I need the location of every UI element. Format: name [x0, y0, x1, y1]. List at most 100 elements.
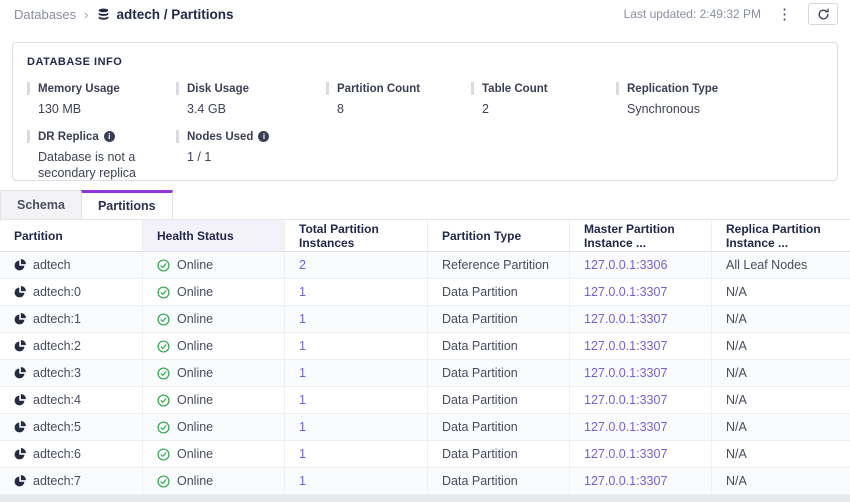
online-check-icon	[157, 448, 170, 461]
stat-value: Database is not a secondary replica	[38, 149, 170, 181]
health-status-text: Online	[177, 474, 213, 488]
table-row: adtech:6 Online 1	[0, 441, 850, 468]
stat-label: Nodes Used i	[176, 130, 326, 143]
partition-pie-icon	[14, 259, 26, 271]
partition-type-cell: Data Partition	[428, 333, 570, 360]
online-check-icon	[157, 475, 170, 488]
partition-name: adtech	[33, 258, 71, 272]
partition-type-cell: Data Partition	[428, 387, 570, 414]
app-root: Databases › adtech / Partitions Last upd…	[0, 0, 850, 495]
total-instances-link[interactable]: 2	[299, 258, 306, 272]
partition-pie-icon	[14, 340, 26, 352]
health-status-cell: Online	[143, 387, 285, 414]
replica-instance-text: N/A	[726, 285, 747, 299]
health-status-cell: Online	[143, 468, 285, 495]
partition-type-text: Data Partition	[442, 420, 518, 434]
total-instances-link[interactable]: 1	[299, 393, 306, 407]
column-header[interactable]: Health Status	[143, 219, 285, 252]
partition-pie-icon	[14, 448, 26, 460]
master-instance-link[interactable]: 127.0.0.1:3307	[584, 339, 667, 353]
master-instance-link[interactable]: 127.0.0.1:3307	[584, 312, 667, 326]
master-instance-link[interactable]: 127.0.0.1:3307	[584, 474, 667, 488]
replica-instance-cell: N/A	[712, 414, 850, 441]
health-status-cell: Online	[143, 252, 285, 279]
master-instance-link[interactable]: 127.0.0.1:3307	[584, 285, 667, 299]
partition-type-cell: Reference Partition	[428, 252, 570, 279]
table-row: adtech:3 Online 1	[0, 360, 850, 387]
stat-value: 3.4 GB	[187, 101, 319, 117]
stat-item: Memory Usage i 130 MB	[27, 82, 176, 117]
info-icon[interactable]: i	[104, 131, 115, 142]
tab-partitions[interactable]: Partitions	[81, 190, 173, 219]
partition-name: adtech:5	[33, 420, 81, 434]
health-status-cell: Online	[143, 414, 285, 441]
table-row: adtech:0 Online 1	[0, 279, 850, 306]
total-instances-link[interactable]: 1	[299, 447, 306, 461]
partition-name: adtech:6	[33, 447, 81, 461]
refresh-button[interactable]	[808, 3, 838, 25]
column-header[interactable]: Master Partition Instance ...	[570, 219, 712, 252]
online-check-icon	[157, 394, 170, 407]
health-status-text: Online	[177, 258, 213, 272]
tab-schema[interactable]: Schema	[0, 190, 82, 219]
replica-instance-cell: N/A	[712, 360, 850, 387]
card-heading: DATABASE INFO	[27, 56, 823, 68]
online-check-icon	[157, 340, 170, 353]
master-instance-cell: 127.0.0.1:3306	[570, 252, 712, 279]
info-icon[interactable]: i	[258, 131, 269, 142]
column-header[interactable]: Replica Partition Instance ...	[712, 219, 850, 252]
replica-instance-cell: N/A	[712, 468, 850, 495]
health-status-cell: Online	[143, 279, 285, 306]
partition-name: adtech:0	[33, 285, 81, 299]
partition-name: adtech:2	[33, 339, 81, 353]
column-header[interactable]: Partition Type	[428, 219, 570, 252]
replica-instance-text: N/A	[726, 420, 747, 434]
stat-item: Disk Usage i 3.4 GB	[176, 82, 326, 117]
replica-instance-text: N/A	[726, 366, 747, 380]
partition-pie-icon	[14, 286, 26, 298]
breadcrumb-databases-link[interactable]: Databases	[14, 7, 76, 22]
master-instance-link[interactable]: 127.0.0.1:3307	[584, 393, 667, 407]
stat-item: Nodes Used i 1 / 1	[176, 130, 326, 181]
master-instance-cell: 127.0.0.1:3307	[570, 441, 712, 468]
partition-type-text: Data Partition	[442, 339, 518, 353]
total-instances-link[interactable]: 1	[299, 420, 306, 434]
replica-instance-text: N/A	[726, 474, 747, 488]
column-header[interactable]: Partition	[0, 219, 143, 252]
total-instances-link[interactable]: 1	[299, 312, 306, 326]
replica-instance-cell: N/A	[712, 333, 850, 360]
stat-value: 1 / 1	[187, 149, 319, 165]
stat-label: Disk Usage i	[176, 82, 326, 95]
partition-cell: adtech:0	[0, 279, 143, 306]
master-instance-link[interactable]: 127.0.0.1:3306	[584, 258, 667, 272]
table-row: adtech:2 Online 1	[0, 333, 850, 360]
total-instances-link[interactable]: 1	[299, 285, 306, 299]
replica-instance-text: All Leaf Nodes	[726, 258, 807, 272]
partition-type-cell: Data Partition	[428, 441, 570, 468]
stat-label-text: Partition Count	[337, 83, 420, 95]
total-instances-link[interactable]: 1	[299, 366, 306, 380]
master-instance-link[interactable]: 127.0.0.1:3307	[584, 420, 667, 434]
partition-name: adtech:4	[33, 393, 81, 407]
table-row: adtech:7 Online 1	[0, 468, 850, 495]
master-instance-cell: 127.0.0.1:3307	[570, 468, 712, 495]
health-status-cell: Online	[143, 333, 285, 360]
master-instance-link[interactable]: 127.0.0.1:3307	[584, 447, 667, 461]
master-instance-link[interactable]: 127.0.0.1:3307	[584, 366, 667, 380]
total-instances-cell: 1	[285, 306, 428, 333]
total-instances-link[interactable]: 1	[299, 474, 306, 488]
stat-label: Partition Count i	[326, 82, 471, 95]
partition-cell: adtech:5	[0, 414, 143, 441]
total-instances-link[interactable]: 1	[299, 339, 306, 353]
master-instance-cell: 127.0.0.1:3307	[570, 360, 712, 387]
partition-cell: adtech:4	[0, 387, 143, 414]
partition-name: adtech:7	[33, 474, 81, 488]
column-header[interactable]: Total Partition Instances	[285, 219, 428, 252]
kebab-menu-button[interactable]: ⋮	[774, 7, 795, 22]
table-row: adtech:4 Online 1	[0, 387, 850, 414]
health-status-cell: Online	[143, 306, 285, 333]
partition-type-text: Data Partition	[442, 393, 518, 407]
total-instances-cell: 1	[285, 279, 428, 306]
partition-pie-icon	[14, 475, 26, 487]
topbar-actions: Last updated: 2:49:32 PM ⋮	[624, 3, 838, 25]
